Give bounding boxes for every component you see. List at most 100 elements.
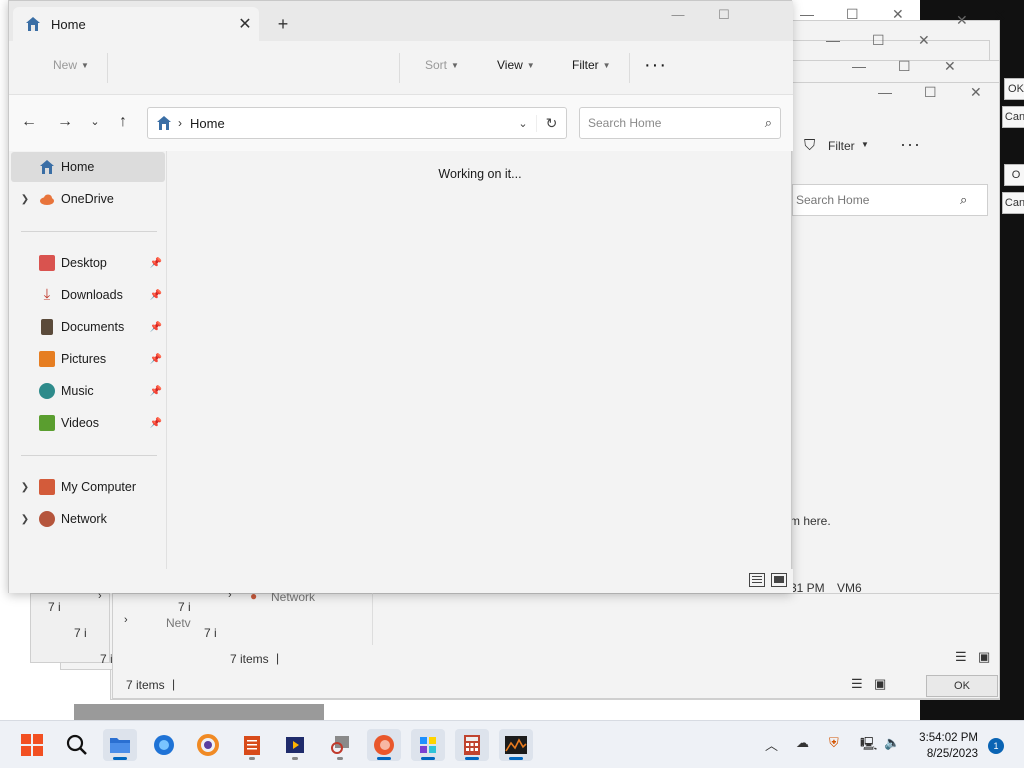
sidebar-item-documents[interactable]: Documents 📌 bbox=[11, 312, 165, 342]
bg-cursor-bar: | bbox=[172, 677, 176, 691]
bg-cancel-fragment-label: Can bbox=[1004, 197, 1024, 209]
tiles-view-button[interactable] bbox=[771, 573, 787, 587]
sidebar-item-desktop[interactable]: Desktop 📌 bbox=[11, 248, 165, 278]
pin-icon[interactable]: 📌 bbox=[147, 258, 165, 269]
up-button[interactable]: ↑ bbox=[111, 113, 135, 133]
background-strip-left bbox=[30, 593, 110, 663]
search-box[interactable]: ⌕ bbox=[579, 107, 781, 139]
pin-icon[interactable]: 📌 bbox=[147, 354, 165, 365]
running-indicator bbox=[421, 757, 435, 760]
bg-maximize-icon: ☐ bbox=[846, 6, 859, 22]
running-indicator bbox=[113, 757, 127, 760]
sidebar-item-music[interactable]: Music 📌 bbox=[11, 376, 165, 406]
pin-icon[interactable]: 📌 bbox=[147, 322, 165, 333]
minimize-button[interactable]: — bbox=[655, 7, 701, 27]
more-options-button[interactable]: ··· bbox=[644, 54, 667, 77]
bg-drop-text: m here. bbox=[790, 514, 831, 528]
start-button[interactable] bbox=[15, 729, 49, 761]
new-button[interactable]: New ▼ bbox=[53, 58, 89, 72]
show-hidden-icons-chevron-icon[interactable]: ︿ bbox=[765, 735, 778, 754]
documents-icon bbox=[41, 319, 53, 335]
search-icon[interactable]: ⌕ bbox=[765, 115, 772, 131]
toolbar-divider bbox=[107, 53, 108, 83]
details-view-button[interactable] bbox=[749, 573, 765, 587]
taskbar-app-colors[interactable] bbox=[411, 729, 445, 761]
browser-ring-icon bbox=[197, 734, 219, 756]
sidebar-divider bbox=[21, 455, 157, 456]
search-button[interactable] bbox=[60, 729, 94, 761]
refresh-icon[interactable]: ↻ bbox=[536, 114, 566, 132]
recent-locations-button[interactable]: ⌄ bbox=[83, 115, 107, 135]
onedrive-tray-icon[interactable]: ☁ bbox=[796, 735, 809, 751]
new-tab-button[interactable]: + bbox=[271, 13, 295, 37]
toolbar-divider bbox=[399, 53, 400, 83]
address-bar[interactable]: › Home ⌄ ↻ bbox=[147, 107, 567, 139]
firefox-icon bbox=[154, 735, 174, 755]
sidebar-divider bbox=[21, 231, 157, 232]
sidebar-item-downloads[interactable]: ⤓ Downloads 📌 bbox=[11, 280, 165, 310]
tiles-fill bbox=[774, 576, 784, 583]
sidebar-item-label: Music bbox=[61, 384, 94, 398]
sidebar-item-my-computer[interactable]: ❯ My Computer bbox=[11, 472, 165, 502]
taskbar-app-orange-ring[interactable] bbox=[191, 729, 225, 761]
sidebar-item-pictures[interactable]: Pictures 📌 bbox=[11, 344, 165, 374]
pin-icon[interactable]: 📌 bbox=[147, 290, 165, 301]
breadcrumb[interactable]: Home bbox=[190, 116, 510, 131]
bg-items-fragment: 7 i bbox=[204, 626, 217, 640]
downloads-icon: ⤓ bbox=[43, 286, 51, 303]
bg-close-x-icon[interactable]: ✕ bbox=[993, 6, 1006, 26]
bg-ok-button[interactable]: OK bbox=[926, 675, 998, 697]
loading-status-text: Working on it... bbox=[438, 167, 522, 181]
expand-chevron-icon[interactable]: ❯ bbox=[11, 514, 39, 525]
bg-divider bbox=[372, 593, 373, 645]
running-indicator bbox=[292, 757, 298, 760]
bg-items-count: 7 items bbox=[230, 652, 269, 666]
taskbar-search-everything[interactable] bbox=[323, 729, 357, 761]
sidebar-item-label: Pictures bbox=[61, 352, 107, 366]
security-shield-icon[interactable]: ⛨ bbox=[829, 735, 839, 751]
maximize-button[interactable]: ☐ bbox=[701, 7, 747, 27]
details-lines bbox=[752, 576, 762, 577]
address-dropdown-icon[interactable]: ⌄ bbox=[510, 117, 536, 130]
bg-ok-fragment: OK bbox=[1004, 78, 1024, 100]
sidebar-item-network[interactable]: ❯ Network bbox=[11, 504, 165, 534]
forward-button[interactable]: → bbox=[53, 113, 77, 133]
taskbar-resource-monitor[interactable] bbox=[499, 729, 533, 761]
bg-network-fragment: Netv bbox=[166, 616, 191, 630]
expand-chevron-icon[interactable]: ❯ bbox=[11, 482, 39, 493]
bg-close-icon: ✕ bbox=[918, 32, 930, 48]
breadcrumb-separator-icon: › bbox=[178, 116, 182, 130]
tab-home[interactable]: Home ✕ bbox=[13, 7, 259, 41]
running-indicator bbox=[337, 757, 343, 760]
search-input[interactable] bbox=[588, 116, 765, 130]
background-bottom-pane bbox=[112, 593, 1000, 699]
system-clock[interactable]: 3:54:02 PM 8/25/2023 bbox=[919, 730, 978, 762]
magnifier-doc-icon bbox=[331, 736, 349, 754]
filter-button[interactable]: Filter ▼ bbox=[572, 58, 611, 72]
sidebar-item-onedrive[interactable]: ❯ OneDrive bbox=[11, 184, 165, 214]
sidebar-item-label: Home bbox=[61, 160, 95, 174]
back-button[interactable]: ← bbox=[17, 113, 41, 133]
expand-chevron-icon[interactable]: ❯ bbox=[11, 194, 39, 205]
taskbar-firefox[interactable] bbox=[147, 729, 181, 761]
pin-icon[interactable]: 📌 bbox=[147, 418, 165, 429]
bg-minimize-icon: — bbox=[800, 6, 814, 22]
taskbar-calculator[interactable] bbox=[455, 729, 489, 761]
taskbar-media-app[interactable] bbox=[278, 729, 312, 761]
pin-icon[interactable]: 📌 bbox=[147, 386, 165, 397]
volume-icon[interactable]: 🔈 bbox=[884, 735, 900, 751]
taskbar-file-explorer[interactable] bbox=[103, 729, 137, 761]
sort-button[interactable]: Sort ▼ bbox=[425, 58, 459, 72]
taskbar-edge[interactable] bbox=[367, 729, 401, 761]
performance-monitor-icon bbox=[505, 736, 527, 754]
sidebar-item-home[interactable]: Home bbox=[11, 152, 165, 182]
bg-taskbar-remnant bbox=[74, 704, 324, 720]
taskbar-notepad[interactable] bbox=[235, 729, 269, 761]
notification-badge[interactable]: 1 bbox=[988, 738, 1004, 754]
sidebar-item-label: Network bbox=[61, 512, 107, 526]
sidebar-item-videos[interactable]: Videos 📌 bbox=[11, 408, 165, 438]
network-tray-icon[interactable]: 🖳 bbox=[860, 735, 877, 757]
view-button[interactable]: View ▼ bbox=[497, 58, 535, 72]
tab-close-icon[interactable]: ✕ bbox=[231, 14, 259, 34]
bg-chevron-down-icon: ▼ bbox=[861, 140, 869, 149]
